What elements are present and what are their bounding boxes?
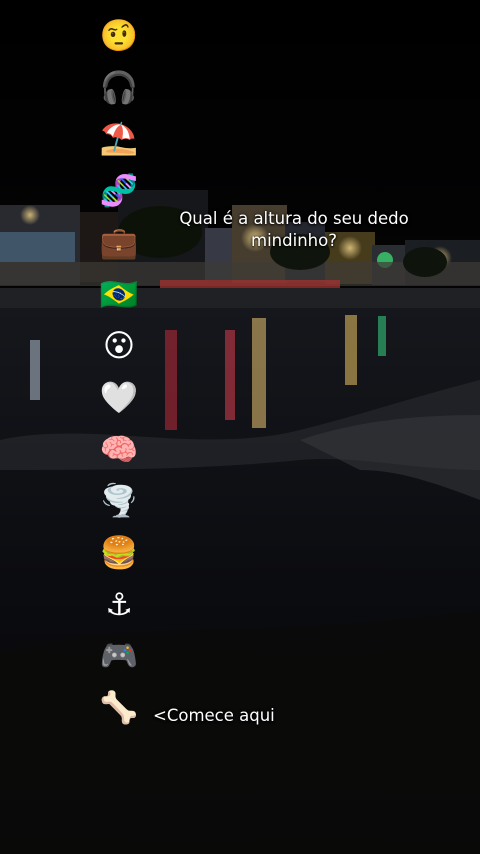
briefcase-icon: 💼 [99,224,139,261]
brain-icon: 🧠 [99,431,139,468]
start-here-label: <Comece aqui [153,706,275,725]
video-frame: 🤨 🎧 ⛱️ 🧬 💼 🇧🇷 😮 🤍 🧠 🌪️ 🍔 ⚓ 🎮 🦴 Qual é a altura do seu… [0,0,480,854]
white-heart-icon: 🤍 [99,379,139,416]
question-caption: Qual é a altura do seu dedo mindinho? [179,209,409,250]
surprised-face-icon: 😮 [102,328,136,365]
dna-icon: 🧬 [99,173,139,210]
tornado-icon: 🌪️ [99,483,139,520]
headphones-icon: 🎧 [99,69,139,106]
anchor-icon: ⚓ [105,586,133,623]
hamburger-icon: 🍔 [99,535,139,571]
game-controller-icon: 🎮 [99,638,139,675]
beach-umbrella-icon: ⛱️ [99,121,139,158]
brazil-flag-icon: 🇧🇷 [99,276,139,313]
raised-eyebrow-face-icon: 🤨 [99,18,139,54]
bone-icon: 🦴 [99,690,139,727]
